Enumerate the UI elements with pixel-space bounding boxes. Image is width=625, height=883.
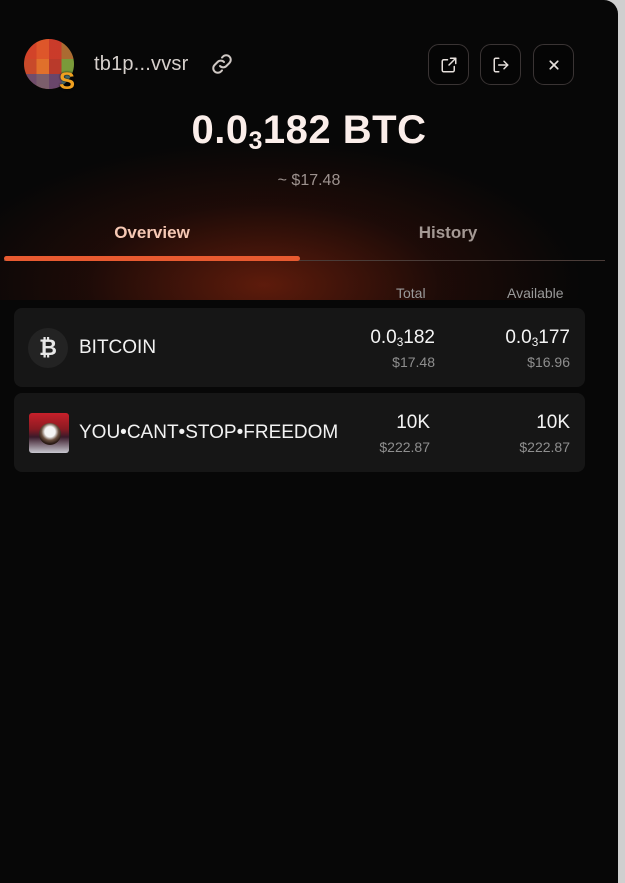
column-header-available: Available — [507, 285, 564, 301]
available-amount: 0.03177 — [505, 327, 570, 349]
token-name: YOU•CANT•STOP•FREEDOM — [79, 422, 339, 443]
wallet-panel: S tb1p...vvsr 0.03182 BTC ~ $17.48 Overv… — [0, 0, 618, 883]
total-amount: 10K — [396, 412, 430, 433]
wallet-header: S tb1p...vvsr — [24, 39, 576, 95]
bitcoin-icon: ₿ — [28, 328, 68, 368]
token-row-bitcoin[interactable]: ₿ BITCOIN 0.03182 $17.48 0.03177 $16.96 — [14, 308, 585, 387]
link-icon[interactable] — [210, 52, 234, 76]
balance-rest: 182 BTC — [262, 108, 427, 152]
total-fiat: $17.48 — [392, 354, 435, 370]
close-button[interactable] — [533, 44, 574, 85]
open-external-button[interactable] — [428, 44, 469, 85]
avatar-badge: S — [58, 68, 75, 95]
btc-balance: 0.03182 BTC — [0, 108, 618, 156]
wallet-address[interactable]: tb1p...vvsr — [94, 53, 188, 76]
available-rest: 177 — [538, 327, 570, 348]
logout-icon — [493, 57, 508, 72]
available-fiat: $222.87 — [519, 439, 570, 455]
tab-history[interactable]: History — [300, 216, 596, 262]
eagle-flag-image — [29, 413, 69, 453]
close-icon — [548, 59, 559, 70]
total-fiat: $222.87 — [379, 439, 430, 455]
available-amount: 10K — [536, 412, 570, 433]
logout-button[interactable] — [480, 44, 521, 85]
token-row-freedom[interactable]: YOU•CANT•STOP•FREEDOM 10K $222.87 10K $2… — [14, 393, 585, 472]
total-rest: 182 — [403, 327, 435, 348]
external-link-icon — [441, 57, 456, 72]
total-amount: 0.03182 — [370, 327, 435, 349]
tab-bar: Overview History — [4, 216, 605, 262]
balance-zero-count: 3 — [248, 128, 263, 156]
available-fiat: $16.96 — [527, 354, 570, 370]
active-tab-indicator — [4, 256, 300, 261]
column-header-total: Total — [396, 285, 426, 301]
balance-prefix: 0.0 — [191, 108, 249, 152]
token-name: BITCOIN — [79, 337, 157, 358]
total-prefix: 0.0 — [370, 327, 397, 348]
available-prefix: 0.0 — [505, 327, 532, 348]
fiat-balance: ~ $17.48 — [277, 172, 341, 189]
